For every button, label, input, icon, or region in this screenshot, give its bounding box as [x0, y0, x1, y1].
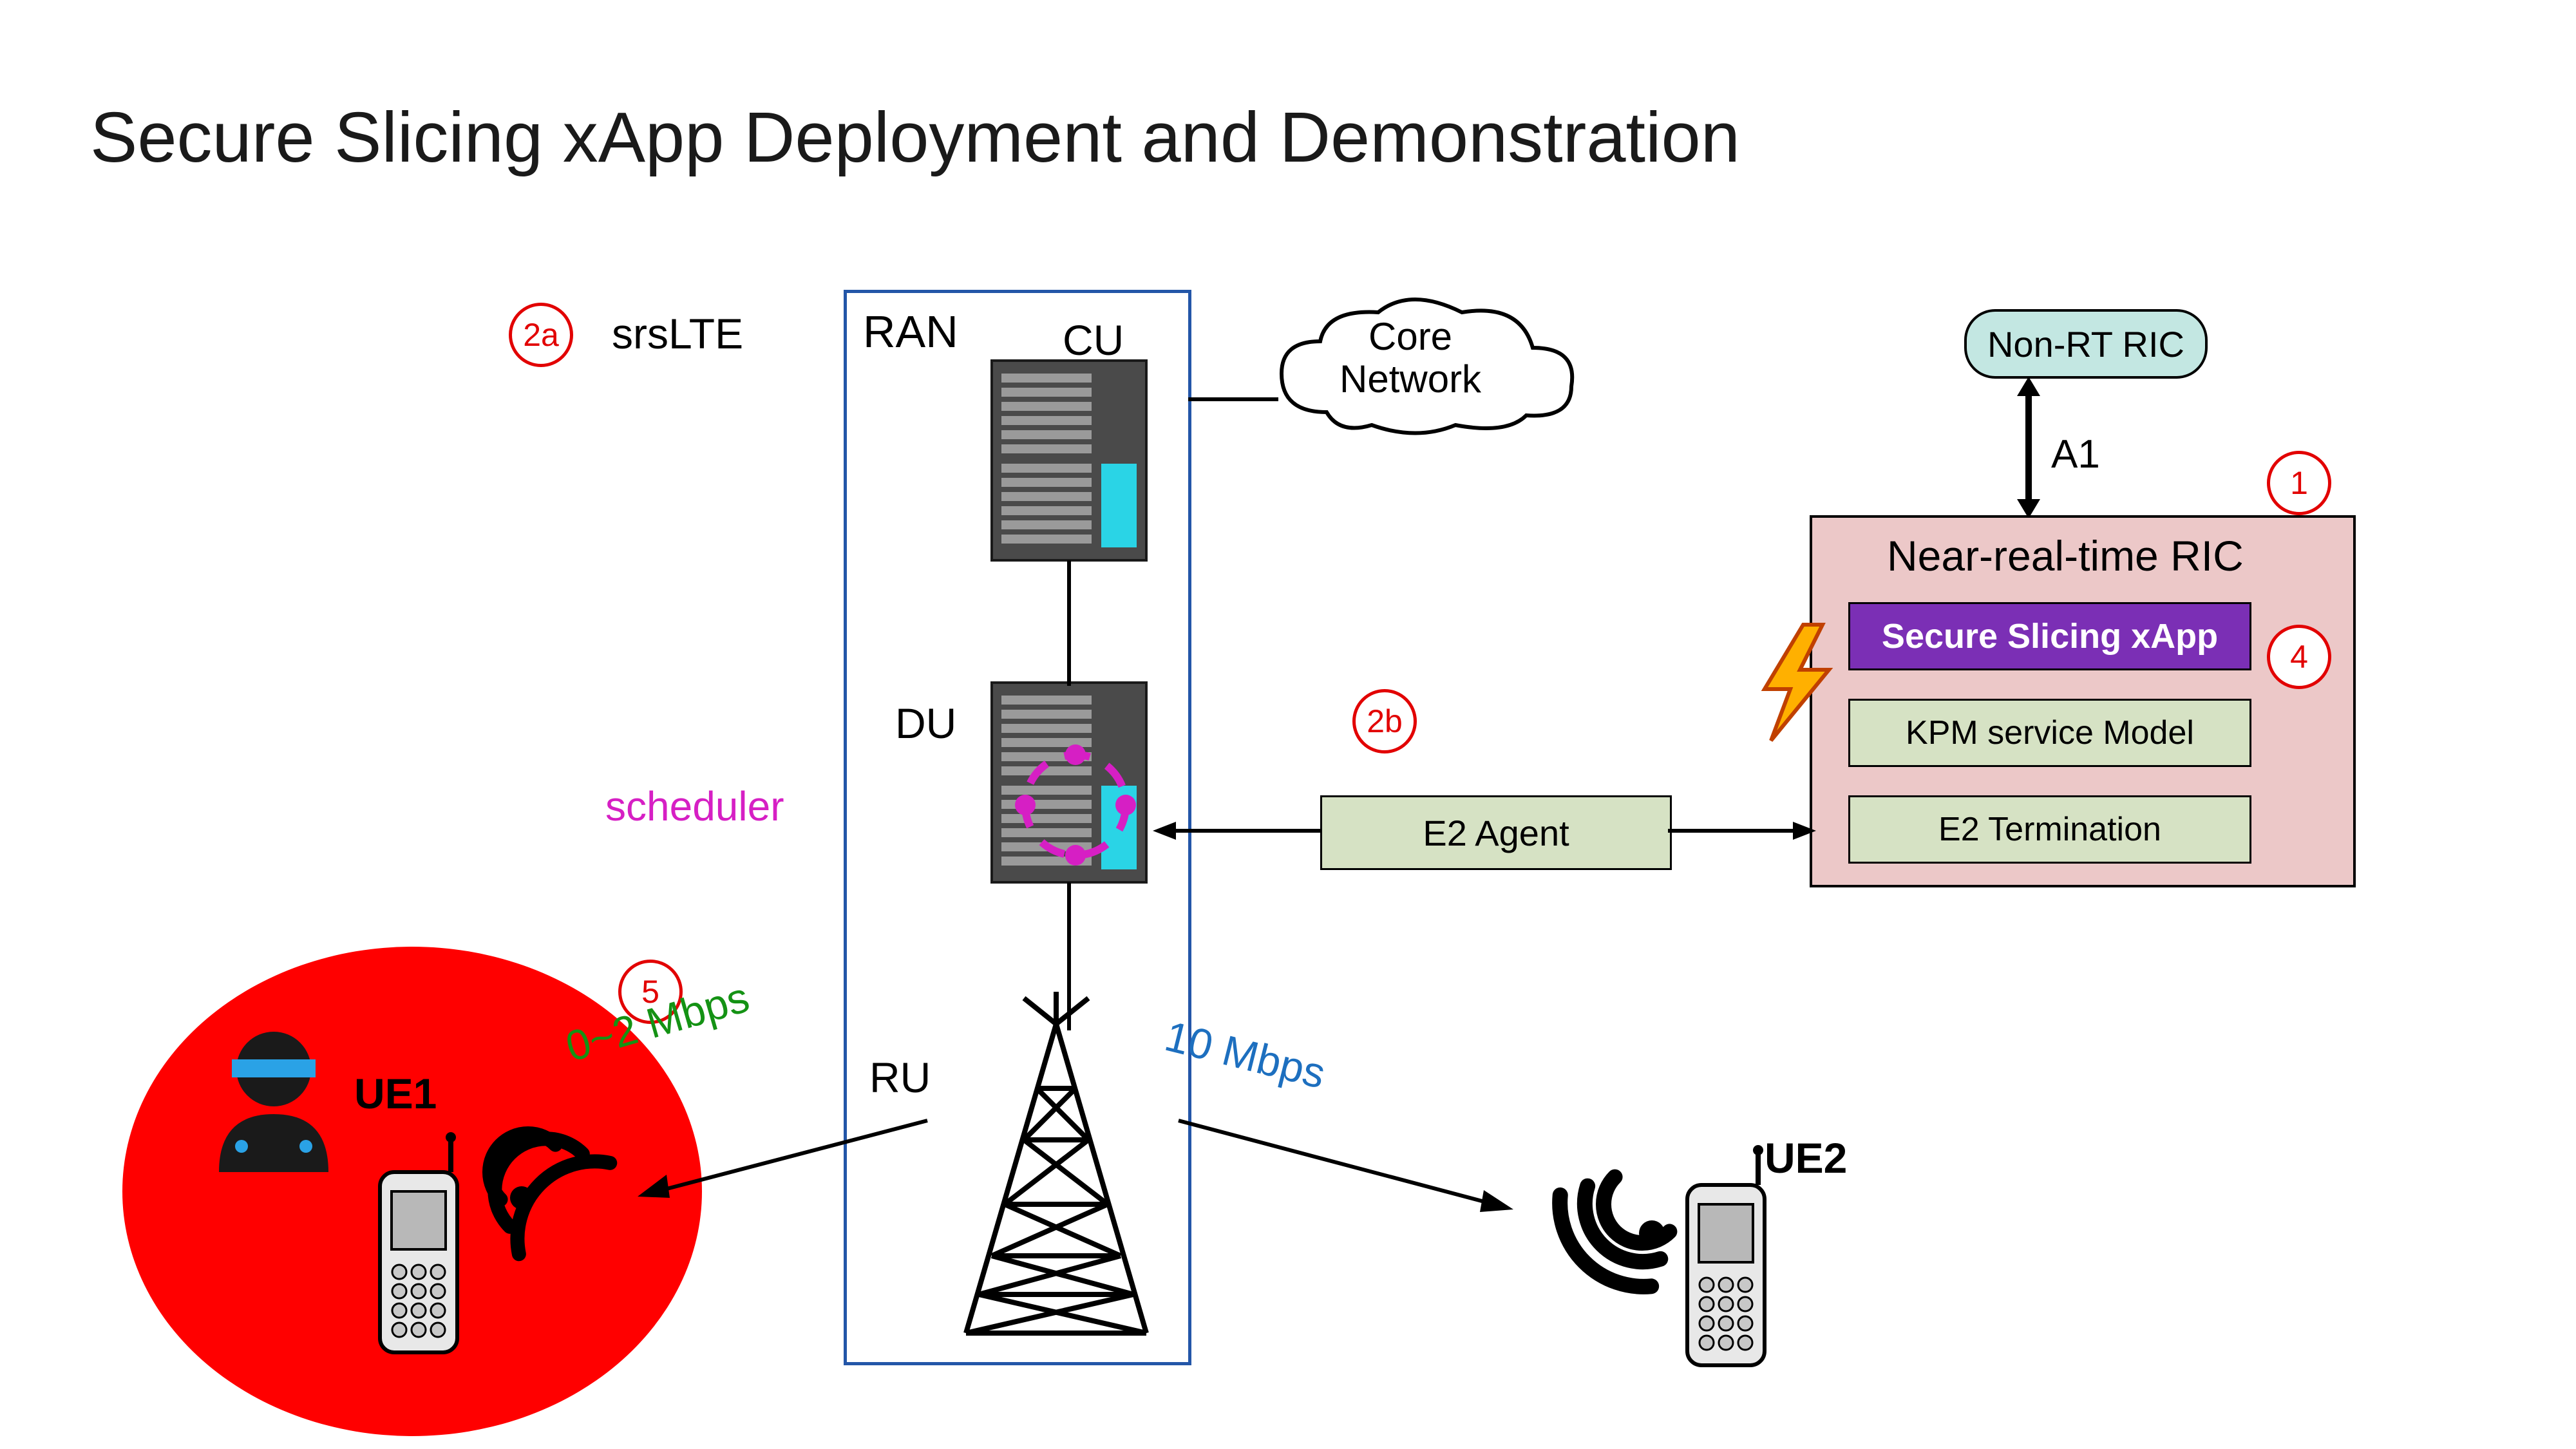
scheduler-icon [1005, 734, 1146, 876]
callout-4: 4 [2267, 625, 2331, 689]
core-network-label: CoreNetwork [1340, 316, 1481, 401]
page-title: Secure Slicing xApp Deployment and Demon… [90, 97, 1740, 178]
near-rt-ric-title: Near-real-time RIC [1887, 531, 2244, 580]
cu-server-icon [979, 361, 1159, 567]
srslte-label: srsLTE [612, 309, 743, 358]
arrow-e2agent-to-ric [1668, 818, 1816, 844]
phone-ue2-icon [1668, 1159, 1790, 1385]
tower-icon [927, 1011, 1185, 1346]
link-cu-du [1063, 560, 1075, 686]
lightning-icon [1752, 625, 1842, 741]
xapp-box: Secure Slicing xApp [1848, 602, 2251, 670]
callout-2a: 2a [509, 303, 573, 367]
callout-2b: 2b [1352, 689, 1417, 753]
ru-label: RU [869, 1053, 931, 1102]
diagram-stage: Secure Slicing xApp Deployment and Demon… [0, 0, 2576, 1449]
ran-label: RAN [863, 306, 958, 357]
callout-1: 1 [2267, 451, 2331, 515]
wifi-ue1-icon [502, 1108, 631, 1236]
ue2-label: UE2 [1765, 1133, 1847, 1182]
scheduler-label: scheduler [605, 782, 784, 830]
cu-label: CU [1063, 316, 1124, 365]
wifi-ue2-icon [1526, 1133, 1668, 1275]
a1-label: A1 [2051, 431, 2100, 477]
kpm-box: KPM service Model [1848, 699, 2251, 767]
arrow-e2agent-to-du [1153, 818, 1327, 844]
a1-arrow-icon [2009, 377, 2048, 518]
e2-agent-box: E2 Agent [1320, 795, 1672, 870]
non-rt-ric-box: Non-RT RIC [1964, 309, 2208, 379]
link-ran-core [1188, 386, 1278, 412]
du-label: DU [895, 699, 956, 748]
arrow-tower-ue1 [631, 1108, 940, 1211]
attacker-icon [206, 1024, 341, 1172]
ue1-label: UE1 [354, 1069, 437, 1118]
e2-termination-box: E2 Termination [1848, 795, 2251, 864]
phone-ue1-icon [361, 1146, 483, 1372]
non-rt-ric-label: Non-RT RIC [1987, 323, 2184, 365]
arrow-tower-ue2 [1172, 1108, 1520, 1224]
